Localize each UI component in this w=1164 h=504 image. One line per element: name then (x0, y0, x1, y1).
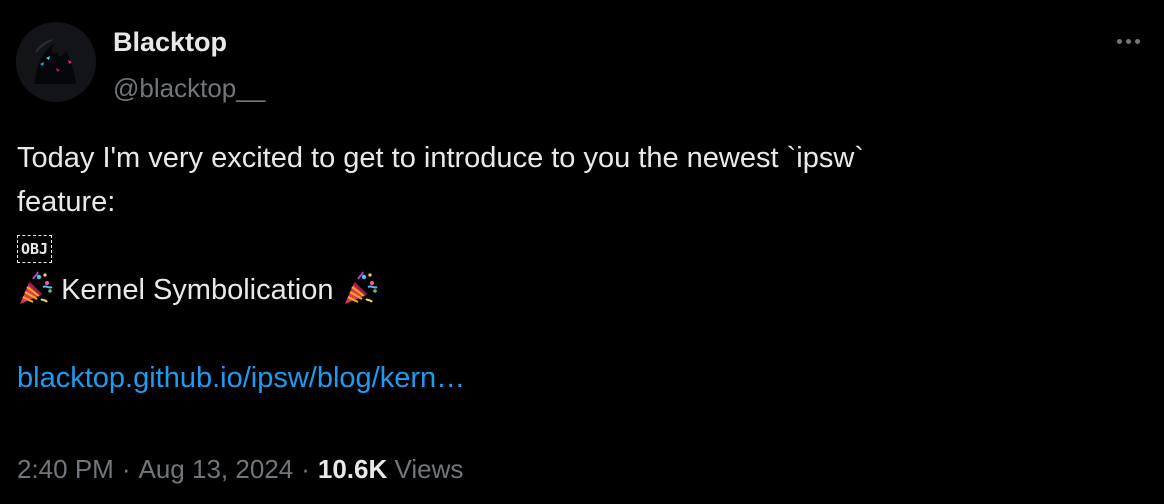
tweet-body: Today I'm very excited to get to introdu… (17, 136, 1137, 400)
avatar[interactable] (16, 22, 96, 102)
party-popper-icon (17, 271, 53, 307)
views-label: Views (394, 454, 464, 484)
meta-separator: · (301, 454, 310, 484)
tweet-meta: 2:40 PM · Aug 13, 2024 · 10.6K Views (17, 452, 463, 486)
object-replacement-line: OBJ (17, 224, 1137, 268)
author-handle[interactable]: @blacktop__ (113, 72, 265, 104)
more-horizontal-icon (1115, 38, 1142, 44)
tweet-text-line: Today I'm very excited to get to introdu… (17, 142, 864, 174)
blog-link[interactable]: blacktop.github.io/ipsw/blog/kern… (17, 362, 465, 394)
more-options-button[interactable] (1108, 24, 1148, 58)
avatar-image (16, 22, 96, 102)
object-replacement-glyph: OBJ (17, 235, 53, 264)
tweet-text-line: feature: (17, 186, 116, 218)
views-count: 10.6K (317, 454, 388, 484)
author-display-name[interactable]: Blacktop (113, 26, 227, 58)
tweet-time[interactable]: 2:40 PM (17, 454, 114, 484)
party-popper-icon (342, 271, 378, 307)
meta-separator: · (121, 454, 131, 484)
tweet-card: Blacktop @blacktop__ Today I'm very exci… (0, 0, 1164, 504)
link-line: blacktop.github.io/ipsw/blog/kern… (17, 356, 1137, 400)
headline-text: Kernel Symbolication (61, 274, 334, 306)
headline-line: Kernel Symbolication (17, 268, 1137, 312)
tweet-date[interactable]: Aug 13, 2024 (139, 454, 294, 484)
